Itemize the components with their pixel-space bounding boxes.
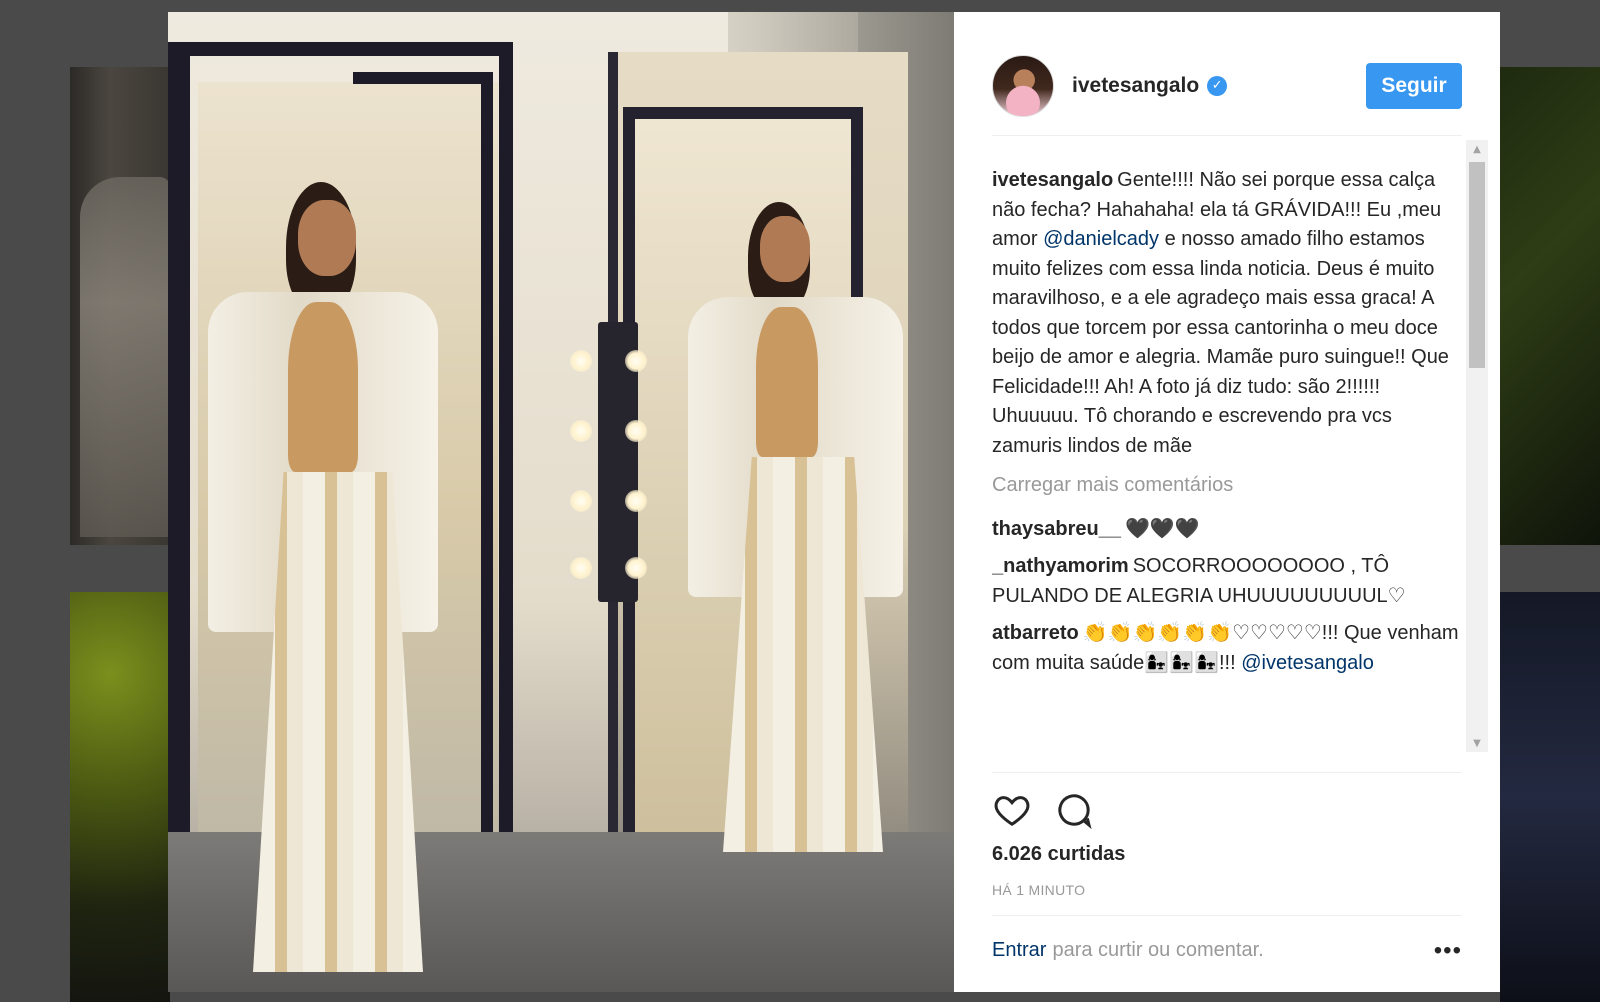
photo-bulb [570, 490, 592, 512]
scroll-down-arrow-icon[interactable]: ▼ [1466, 734, 1488, 752]
comment-author[interactable]: thaysabreu__ [992, 518, 1121, 540]
photo-bulb [625, 350, 647, 372]
caption-author[interactable]: ivetesangalo [992, 169, 1113, 191]
person-face [760, 216, 810, 282]
heart-icon[interactable] [992, 790, 1032, 834]
heart-icon-shape [994, 796, 1030, 826]
verified-badge-icon: ✓ [1207, 75, 1228, 96]
list-item: thaysabreu__ 🖤🖤🖤 [992, 515, 1462, 545]
login-prompt: Entrar para curtir ou comentar. ••• [992, 915, 1462, 985]
scrollbar-thumb[interactable] [1469, 162, 1485, 368]
scroll-up-arrow-icon[interactable]: ▲ [1466, 140, 1488, 158]
post-header: ivetesangalo ✓ Seguir [992, 42, 1462, 136]
list-item: _nathyamorim SOCORROOOOOOOO , TÔ PULANDO … [992, 552, 1462, 611]
list-item: atbarreto 👏👏👏👏👏👏♡♡♡♡♡!!! Que venham com m… [992, 619, 1462, 678]
background-post-thumbnail[interactable] [70, 67, 170, 545]
post-actions: 6.026 curtidas HÁ 1 MINUTO [992, 772, 1462, 898]
photo-bulb [625, 420, 647, 442]
comment-author[interactable]: _nathyamorim [992, 555, 1129, 577]
background-post-thumbnail[interactable] [1500, 67, 1600, 545]
comments-list[interactable]: ivetesangalo Gente!!!! Não sei porque ess… [992, 166, 1462, 769]
caption-text-continued: e nosso amado filho estamos muito felize… [992, 228, 1449, 457]
comments-scrollbar[interactable]: ▲ ▼ [1466, 140, 1488, 752]
post-side-panel: ivetesangalo ✓ Seguir ivetesangalo Gente!… [954, 12, 1500, 992]
login-link[interactable]: Entrar [992, 939, 1046, 962]
comment-mention[interactable]: @ivetesangalo [1241, 652, 1374, 674]
caption: ivetesangalo Gente!!!! Não sei porque ess… [992, 166, 1462, 461]
photo-bulb [570, 350, 592, 372]
post-photo[interactable] [168, 12, 954, 992]
login-prompt-text: para curtir ou comentar. [1052, 939, 1264, 961]
photo-bulb [625, 557, 647, 579]
background-post-thumbnail[interactable] [1500, 592, 1600, 1002]
likes-count[interactable]: 6.026 curtidas [992, 843, 1462, 866]
load-more-comments-button[interactable]: Carregar mais comentários [992, 471, 1462, 501]
comment-text: 🖤🖤🖤 [1124, 517, 1200, 540]
post-timestamp: HÁ 1 MINUTO [992, 882, 1086, 898]
follow-button[interactable]: Seguir [1366, 62, 1462, 109]
caption-mention[interactable]: @danielcady [1043, 228, 1159, 250]
photo-bulb [570, 420, 592, 442]
person-top [756, 307, 818, 457]
background-post-thumbnail[interactable] [70, 592, 170, 1002]
comment-author[interactable]: atbarreto [992, 622, 1079, 644]
background-thumbnail-figure [80, 177, 170, 537]
photo-bulb [570, 557, 592, 579]
more-options-icon[interactable]: ••• [1434, 937, 1462, 965]
post-modal: ivetesangalo ✓ Seguir ivetesangalo Gente!… [168, 12, 1500, 992]
person-top [288, 302, 358, 472]
avatar[interactable] [992, 54, 1054, 117]
action-icons [992, 791, 1462, 833]
photo-person-reflection [668, 202, 908, 852]
username[interactable]: ivetesangalo [1072, 74, 1199, 98]
comment-icon-shape [1058, 794, 1092, 830]
photo-bulb [625, 490, 647, 512]
person-face [298, 200, 356, 276]
photo-person [188, 182, 448, 972]
comment-icon[interactable] [1054, 790, 1094, 834]
